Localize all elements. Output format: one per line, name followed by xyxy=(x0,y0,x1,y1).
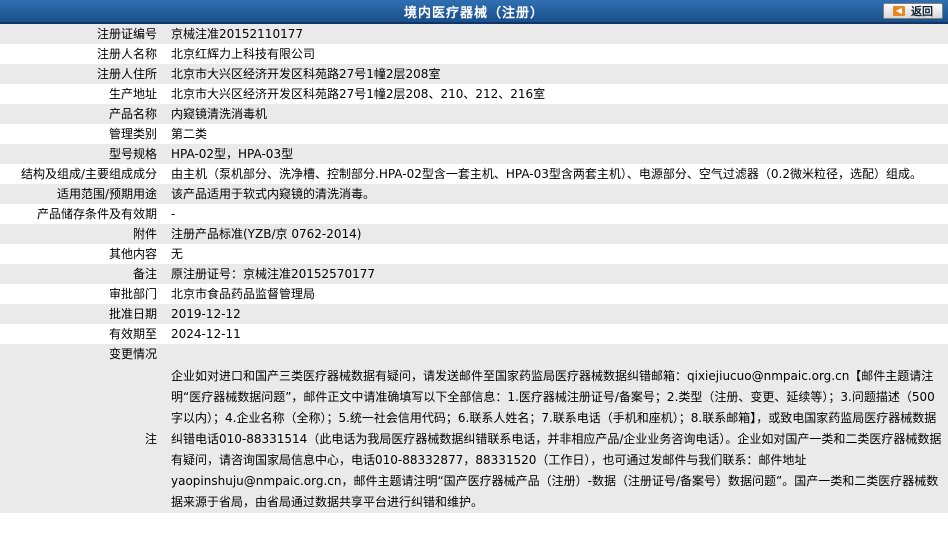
table-row: 注册人住所 北京市大兴区经济开发区科苑路27号1幢2层208室 xyxy=(0,64,948,84)
field-value: 北京市大兴区经济开发区科苑路27号1幢2层208室 xyxy=(163,64,948,84)
note-label: 注 xyxy=(0,364,163,513)
field-label: 产品名称 xyxy=(0,104,163,124)
table-row: 产品名称 内窥镜清洗消毒机 xyxy=(0,104,948,124)
table-row: 批准日期 2019-12-12 xyxy=(0,304,948,324)
field-value: 第二类 xyxy=(163,124,948,144)
table-row: 注册人名称 北京红辉力上科技有限公司 xyxy=(0,44,948,64)
field-label: 附件 xyxy=(0,224,163,244)
field-value: 该产品适用于软式内窥镜的清洗消毒。 xyxy=(163,184,948,204)
field-value: 无 xyxy=(163,244,948,264)
field-label: 备注 xyxy=(0,264,163,284)
field-label: 结构及组成/主要组成成分 xyxy=(0,164,163,184)
field-label: 产品储存条件及有效期 xyxy=(0,204,163,224)
field-value: 注册产品标准(YZB/京 0762-2014) xyxy=(163,224,948,244)
field-label: 型号规格 xyxy=(0,144,163,164)
field-value: 北京市食品药品监督管理局 xyxy=(163,284,948,304)
table-row: 生产地址 北京市大兴区经济开发区科苑路27号1幢2层208、210、212、21… xyxy=(0,84,948,104)
field-label: 注册人住所 xyxy=(0,64,163,84)
field-value: 北京红辉力上科技有限公司 xyxy=(163,44,948,64)
field-value: 2024-12-11 xyxy=(163,324,948,344)
note-text: 企业如对进口和国产三类医疗器械数据有疑问，请发送邮件至国家药监局医疗器械数据纠错… xyxy=(163,364,948,513)
field-label: 生产地址 xyxy=(0,84,163,104)
field-label: 管理类别 xyxy=(0,124,163,144)
field-label: 审批部门 xyxy=(0,284,163,304)
field-value: 内窥镜清洗消毒机 xyxy=(163,104,948,124)
table-row: 型号规格 HPA-02型，HPA-03型 xyxy=(0,144,948,164)
table-row: 有效期至 2024-12-11 xyxy=(0,324,948,344)
table-row: 注册证编号 京械注准20152110177 xyxy=(0,24,948,44)
field-label: 适用范围/预期用途 xyxy=(0,184,163,204)
table-row: 附件 注册产品标准(YZB/京 0762-2014) xyxy=(0,224,948,244)
table-row: 管理类别 第二类 xyxy=(0,124,948,144)
back-button-label: 返回 xyxy=(911,5,933,18)
table-row: 产品储存条件及有效期 - xyxy=(0,204,948,224)
field-value: 京械注准20152110177 xyxy=(163,24,948,44)
field-value: 2019-12-12 xyxy=(163,304,948,324)
back-button[interactable]: ◀ 返回 xyxy=(883,3,943,19)
field-label: 有效期至 xyxy=(0,324,163,344)
table-row: 结构及组成/主要组成成分 由主机（泵机部分、洗净槽、控制部分.HPA-02型含一… xyxy=(0,164,948,184)
field-value: - xyxy=(163,204,948,224)
field-label: 其他内容 xyxy=(0,244,163,264)
field-value: 北京市大兴区经济开发区科苑路27号1幢2层208、210、212、216室 xyxy=(163,84,948,104)
table-row: 审批部门 北京市食品药品监督管理局 xyxy=(0,284,948,304)
note-row: 注 企业如对进口和国产三类医疗器械数据有疑问，请发送邮件至国家药监局医疗器械数据… xyxy=(0,364,948,513)
title-bar: 境内医疗器械（注册） ◀ 返回 xyxy=(0,0,948,24)
page-title: 境内医疗器械（注册） xyxy=(403,5,544,21)
field-value: 由主机（泵机部分、洗净槽、控制部分.HPA-02型含一套主机、HPA-03型含两… xyxy=(163,164,948,184)
field-value: 原注册证号：京械注准20152570177 xyxy=(163,264,948,284)
field-value xyxy=(163,344,948,364)
back-arrow-icon: ◀ xyxy=(893,6,905,16)
field-label: 变更情况 xyxy=(0,344,163,364)
field-label: 批准日期 xyxy=(0,304,163,324)
field-label: 注册证编号 xyxy=(0,24,163,44)
detail-table: 注册证编号 京械注准20152110177 注册人名称 北京红辉力上科技有限公司… xyxy=(0,24,948,513)
table-row: 其他内容 无 xyxy=(0,244,948,264)
table-row: 适用范围/预期用途 该产品适用于软式内窥镜的清洗消毒。 xyxy=(0,184,948,204)
table-row: 备注 原注册证号：京械注准20152570177 xyxy=(0,264,948,284)
field-label: 注册人名称 xyxy=(0,44,163,64)
field-value: HPA-02型，HPA-03型 xyxy=(163,144,948,164)
table-row: 变更情况 xyxy=(0,344,948,364)
